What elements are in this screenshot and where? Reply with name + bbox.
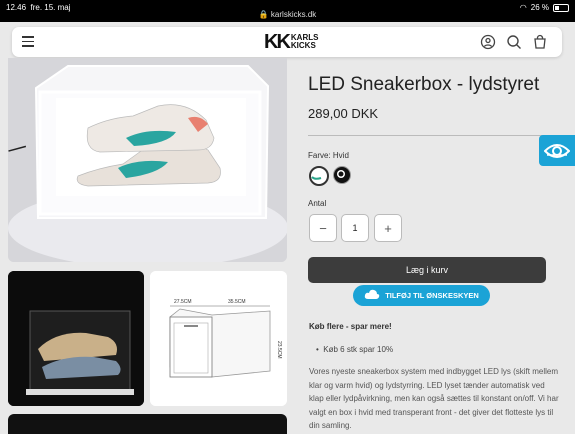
battery-icon	[553, 3, 569, 12]
product-thumbnail-2[interactable]: 27.5CM 35.5CM 23.5CM	[150, 271, 287, 406]
quantity-decrease-button[interactable]: −	[309, 214, 337, 242]
quantity-label: Antal	[308, 199, 327, 208]
search-icon[interactable]	[506, 34, 522, 50]
cart-icon[interactable]	[532, 34, 548, 50]
swatch-white[interactable]	[309, 166, 329, 186]
wifi-icon: ◠	[519, 3, 527, 12]
battery-percent: 26 %	[530, 3, 549, 12]
status-icons: ◠ 26 %	[520, 3, 569, 12]
buy-more-heading: Køb flere - spar mere!	[309, 322, 392, 331]
logo-mark: KK	[264, 31, 291, 53]
address-bar[interactable]: 🔒 karlskicks.dk	[0, 10, 575, 19]
color-label: Farve: Hvid	[308, 151, 349, 160]
product-thumbnail-1[interactable]	[8, 271, 144, 406]
logo-text: KARLS KICKS	[290, 33, 319, 50]
quantity-increase-button[interactable]: +	[374, 214, 402, 242]
status-bar: 12.46 fre. 15. maj 🔒 karlskicks.dk ◠ 26 …	[0, 0, 575, 22]
discount-bullet: • Køb 6 stk spar 10%	[316, 345, 394, 354]
dimension-depth: 35.5CM	[228, 299, 246, 305]
divider	[308, 135, 546, 136]
cloud-icon	[364, 289, 380, 302]
site-header: KK KARLS KICKS	[12, 27, 562, 57]
wishlist-button[interactable]: TILFØJ TIL ØNSKESKYEN	[353, 285, 490, 306]
site-logo[interactable]: KK KARLS KICKS	[264, 31, 319, 53]
dimension-height: 23.5CM	[276, 341, 282, 359]
product-image-main[interactable]	[8, 58, 287, 262]
product-description: Vores nyeste sneakerbox system med indby…	[309, 367, 559, 430]
menu-icon[interactable]	[22, 36, 34, 48]
product-thumbnail-3[interactable]	[8, 414, 287, 434]
quantity-input[interactable]: 1	[341, 214, 369, 242]
swatch-black[interactable]	[333, 166, 351, 184]
product-price: 289,00 DKK	[308, 106, 379, 121]
account-icon[interactable]	[480, 34, 496, 50]
accessibility-eye-icon[interactable]	[539, 135, 575, 166]
dimension-width: 27.5CM	[174, 299, 192, 305]
add-to-cart-button[interactable]: Læg i kurv	[308, 257, 546, 283]
wishlist-label: TILFØJ TIL ØNSKESKYEN	[385, 291, 479, 300]
product-title: LED Sneakerbox - lydstyret	[308, 74, 540, 95]
